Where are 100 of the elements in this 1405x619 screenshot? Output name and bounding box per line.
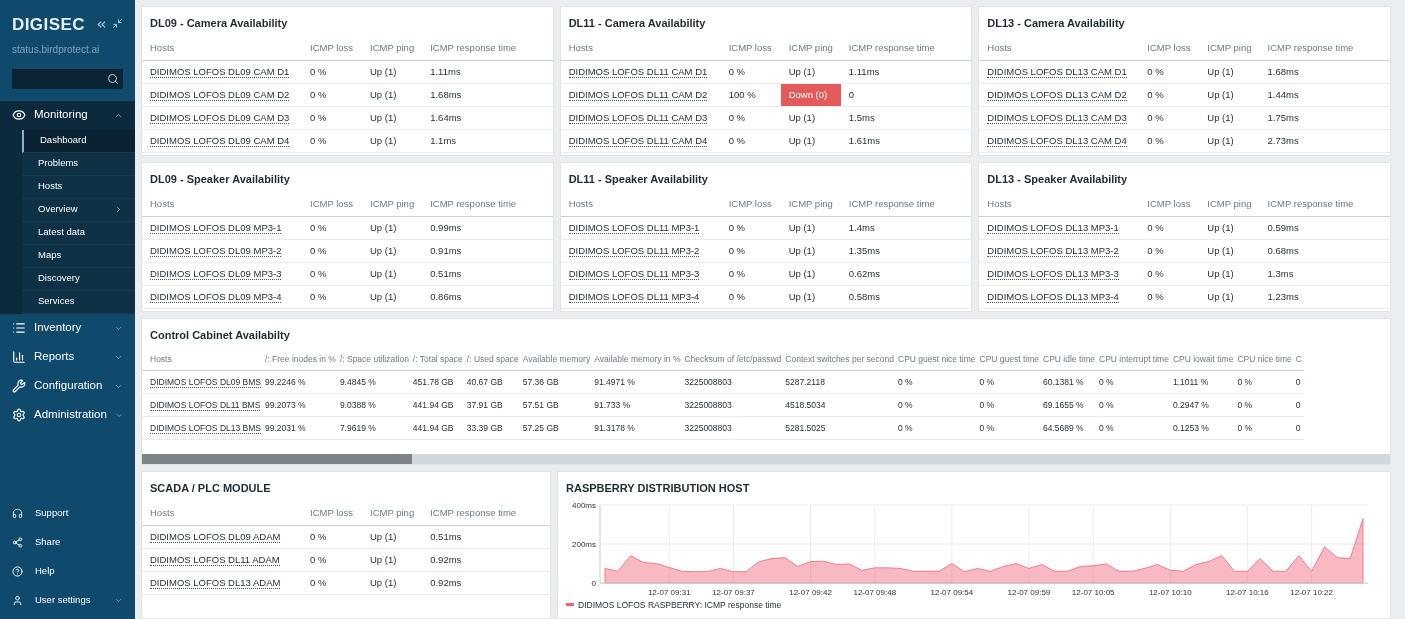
column-header: Context switches per second [783,347,896,371]
host-link[interactable]: DIDIMOS LOFOS DL09 BMS [150,376,261,388]
host-link[interactable]: DIDIMOS LOFOS DL11 ADAM [150,553,280,566]
host-link[interactable]: DIDIMOS LOFOS DL13 CAM D4 [987,134,1127,147]
minimize-icon[interactable] [112,18,123,30]
table-cell: 0 % [302,129,362,153]
host-link[interactable]: DIDIMOS LOFOS DL13 MP3-3 [987,267,1119,280]
scrollbar-thumb[interactable] [142,454,412,464]
menu-item[interactable]: Inventory [0,313,135,343]
server-name: status.birdprotect.ai [11,42,101,57]
host-link[interactable]: DIDIMOS LOFOS DL11 MP3-1 [568,221,700,234]
host-link[interactable]: DIDIMOS LOFOS DL11 CAM D3 [568,111,708,124]
column-header: Hosts [979,191,1140,217]
host-link[interactable]: DIDIMOS LOFOS DL13 MP3-1 [987,221,1119,234]
submenu-item[interactable]: Discovery [22,267,135,291]
table-cell: 0.99ms [422,216,553,240]
host-link[interactable]: DIDIMOS LOFOS DL09 MP3-4 [150,290,282,303]
host-link[interactable]: DIDIMOS LOFOS DL13 BMS [150,422,261,434]
menu-item[interactable]: Support [0,499,135,528]
table-cell: 0.1253 % [1170,416,1236,440]
table-cell: 0 % [720,106,781,130]
host-link[interactable]: DIDIMOS LOFOS DL11 BMS [150,399,261,411]
table-cell: 5287.2118 [783,370,896,394]
host-link[interactable]: DIDIMOS LOFOS DL11 MP3-2 [568,244,700,257]
widget-title: DL09 - Camera Availability [149,16,289,31]
host-link[interactable]: DIDIMOS LOFOS DL13 CAM D1 [987,65,1127,78]
table-cell: 9.0388 % [337,393,411,417]
table-cell: 451.78 GB [410,370,465,394]
table-cell: 1.64ms [422,106,553,130]
host-link[interactable]: DIDIMOS LOFOS DL09 CAM D3 [150,111,290,124]
table-cell: Up (1) [362,216,423,240]
table-cell: Up (1) [780,216,841,240]
column-header: ICMP loss [720,191,781,217]
submenu-item[interactable]: Latest data [22,221,135,245]
table-cell: 0 % [1235,393,1294,417]
table-cell: 0 % [1235,416,1294,440]
host-link[interactable]: DIDIMOS LOFOS DL13 ADAM [150,576,281,589]
table-cell: 0 [1293,370,1304,394]
table-cell: Up (1) [1199,285,1260,309]
table-cell: 0.92ms [422,571,550,595]
menu-item[interactable]: Reports [0,342,135,372]
host-link[interactable]: DIDIMOS LOFOS DL09 CAM D1 [150,65,290,78]
submenu-item[interactable]: Services [22,290,135,314]
horizontal-scrollbar[interactable] [142,454,1390,464]
submenu-item[interactable]: Overview [22,198,135,222]
column-header: CPU idle time [1041,347,1097,371]
search-field[interactable] [12,68,123,89]
host-link[interactable]: DIDIMOS LOFOS DL13 MP3-4 [987,290,1119,303]
list-icon [12,321,26,335]
menu-item[interactable]: User settings [0,586,135,615]
column-header: Hosts [142,500,302,526]
table-cell: Up (1) [362,285,423,309]
host-link[interactable]: DIDIMOS LOFOS DL11 MP3-4 [568,290,700,303]
host-link[interactable]: DIDIMOS LOFOS DL09 MP3-3 [150,267,282,280]
table-cell: 60.1381 % [1041,370,1097,394]
bar-chart-icon [12,350,26,364]
table-cell: 4518.5034 [783,393,896,417]
host-link[interactable]: DIDIMOS LOFOS DL09 CAM D4 [150,134,290,147]
table-cell: Up (1) [780,285,841,309]
table-cell: Up (1) [362,548,423,572]
submenu-item[interactable]: Maps [22,244,135,268]
axis-label: 400ms [572,500,596,510]
table-cell: 91.733 % [592,393,683,417]
column-header: ICMP ping [780,35,841,61]
table-cell: 2.73ms [1259,129,1390,153]
table-cell: Up (1) [1199,129,1260,153]
submenu-item[interactable]: Dashboard [22,129,135,153]
column-header: ICMP ping [362,500,423,526]
table-cell: 57.51 GB [520,393,593,417]
widget-title: SCADA / PLC MODULE [149,481,272,496]
menu-item[interactable]: Monitoring [0,100,135,130]
table-cell: 0 % [302,239,362,263]
submenu-item[interactable]: Hosts [22,175,135,199]
host-link[interactable]: DIDIMOS LOFOS DL09 MP3-1 [150,221,282,234]
host-link[interactable]: DIDIMOS LOFOS DL09 MP3-2 [150,244,282,257]
column-header: ICMP ping [362,35,423,61]
host-link[interactable]: DIDIMOS LOFOS DL13 MP3-2 [987,244,1119,257]
table-cell: 3225008803 [682,393,784,417]
table-cell: 1.23ms [1259,285,1390,309]
column-header: ICMP ping [780,191,841,217]
host-link[interactable]: DIDIMOS LOFOS DL11 CAM D4 [568,134,708,147]
submenu-item[interactable]: Problems [22,152,135,176]
host-link[interactable]: DIDIMOS LOFOS DL11 CAM D2 [568,88,708,101]
host-link[interactable]: DIDIMOS LOFOS DL13 CAM D3 [987,111,1127,124]
table-cell: 0 [840,83,972,107]
column-header: C [1293,347,1304,371]
host-link[interactable]: DIDIMOS LOFOS DL09 CAM D2 [150,88,290,101]
menu-item[interactable]: Configuration [0,371,135,401]
menu-item[interactable]: Share [0,528,135,557]
menu-item[interactable]: Administration [0,400,135,430]
table-cell: 99.2073 % [263,393,338,417]
menu-item[interactable]: Help [0,557,135,586]
table-cell: 0 % [302,262,362,286]
host-link[interactable]: DIDIMOS LOFOS DL13 CAM D2 [987,88,1127,101]
table-cell: 0 % [1139,239,1200,263]
host-link[interactable]: DIDIMOS LOFOS DL11 CAM D1 [568,65,708,78]
axis-label: 12-07 09:37 [712,587,755,597]
host-link[interactable]: DIDIMOS LOFOS DL11 MP3-3 [568,267,700,280]
search-icon[interactable] [107,72,119,85]
host-link[interactable]: DIDIMOS LOFOS DL09 ADAM [150,530,281,543]
